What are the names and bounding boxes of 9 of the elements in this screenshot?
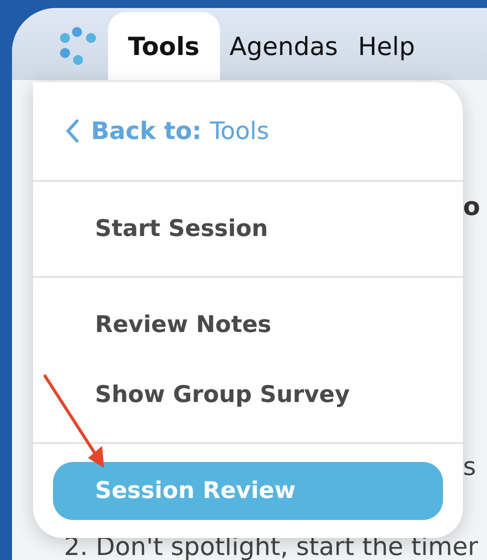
menu-tab[interactable]: Help bbox=[348, 12, 425, 80]
menu-tab[interactable]: Tools bbox=[108, 12, 220, 80]
chevron-left-icon bbox=[65, 119, 79, 143]
menu-item[interactable]: Start Session bbox=[53, 200, 443, 258]
heading-text: o bbox=[463, 192, 480, 221]
menu-tab[interactable]: Agendas bbox=[220, 12, 348, 80]
body-text: s bbox=[463, 452, 476, 481]
menu-item[interactable]: Show Group Survey bbox=[53, 366, 443, 424]
menu-item[interactable]: Review Notes bbox=[53, 296, 443, 354]
